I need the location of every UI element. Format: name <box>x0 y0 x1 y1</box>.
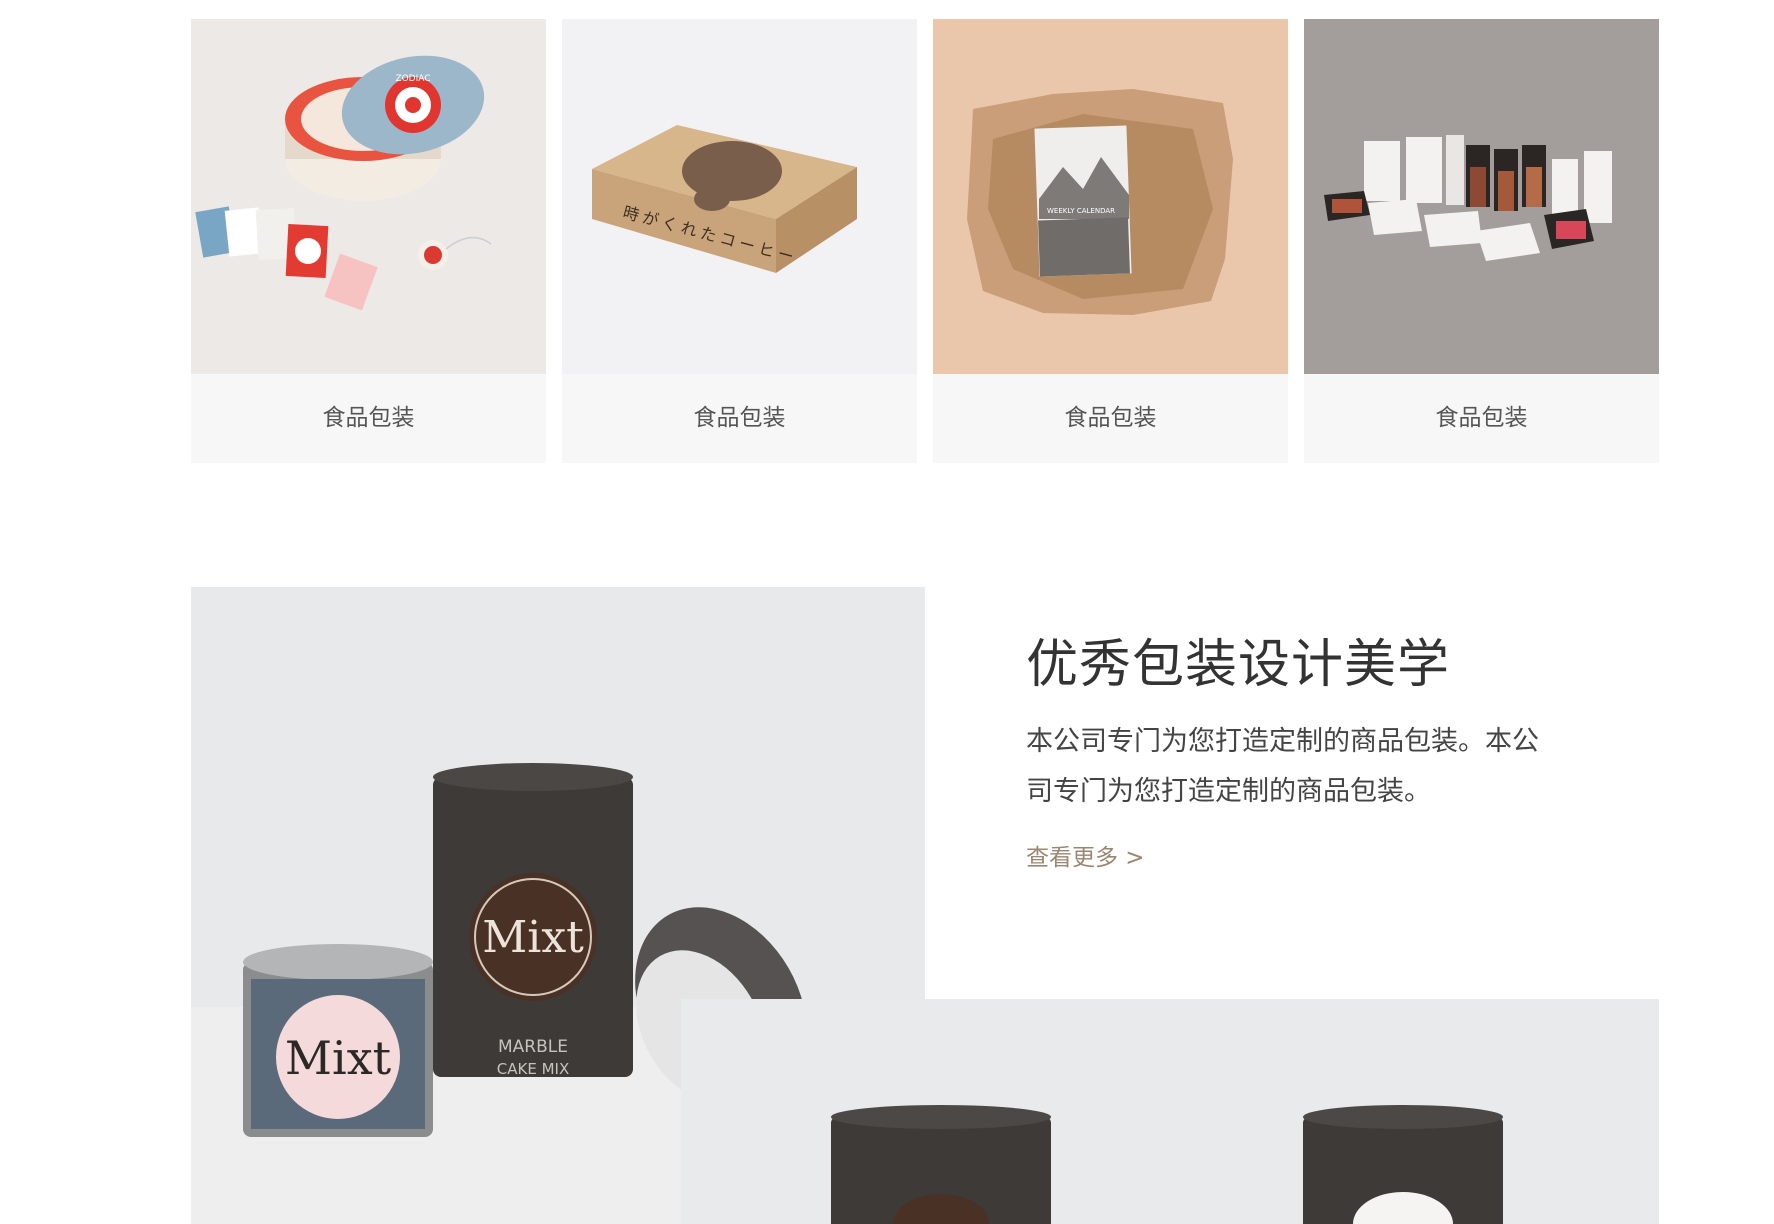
product-image-zodiac-tin[interactable]: ZODIAC <box>191 19 546 374</box>
feature-image-cans-closeup <box>681 999 1659 1224</box>
product-image-calendar-wrap[interactable]: WEEKLY CALENDAR <box>933 19 1288 374</box>
feature-description: 本公司专门为您打造定制的商品包装。本公司专门为您打造定制的商品包装。 <box>1026 726 1539 807</box>
product-caption[interactable]: 食品包装 <box>191 374 546 463</box>
product-card[interactable]: 食品包装 <box>1304 19 1659 463</box>
view-more-link[interactable]: 查看更多 > <box>1026 838 1145 872</box>
svg-text:Mixt: Mixt <box>285 1031 392 1085</box>
product-caption[interactable]: 食品包装 <box>562 374 917 463</box>
product-caption[interactable]: 食品包装 <box>1304 374 1659 463</box>
svg-text:Mixt: Mixt <box>482 912 584 963</box>
svg-text:CAKE MIX: CAKE MIX <box>497 1060 569 1078</box>
product-caption[interactable]: 食品包装 <box>933 374 1288 463</box>
product-gallery: ZODIAC 食品包装 時がくれたコーヒー 食品包装 WEEKLY CALEND… <box>191 19 1659 463</box>
product-card[interactable]: WEEKLY CALENDAR 食品包装 <box>933 19 1288 463</box>
feature-title: 优秀包装设计美学 <box>1026 635 1451 695</box>
product-card[interactable]: 時がくれたコーヒー 食品包装 <box>562 19 917 463</box>
product-card[interactable]: ZODIAC 食品包装 <box>191 19 546 463</box>
product-image-cosmetics[interactable] <box>1304 19 1659 374</box>
svg-text:ZODIAC: ZODIAC <box>395 74 430 84</box>
svg-text:WEEKLY CALENDAR: WEEKLY CALENDAR <box>1047 207 1115 215</box>
product-image-coffee-box[interactable]: 時がくれたコーヒー <box>562 19 917 374</box>
svg-text:MARBLE: MARBLE <box>498 1037 568 1057</box>
